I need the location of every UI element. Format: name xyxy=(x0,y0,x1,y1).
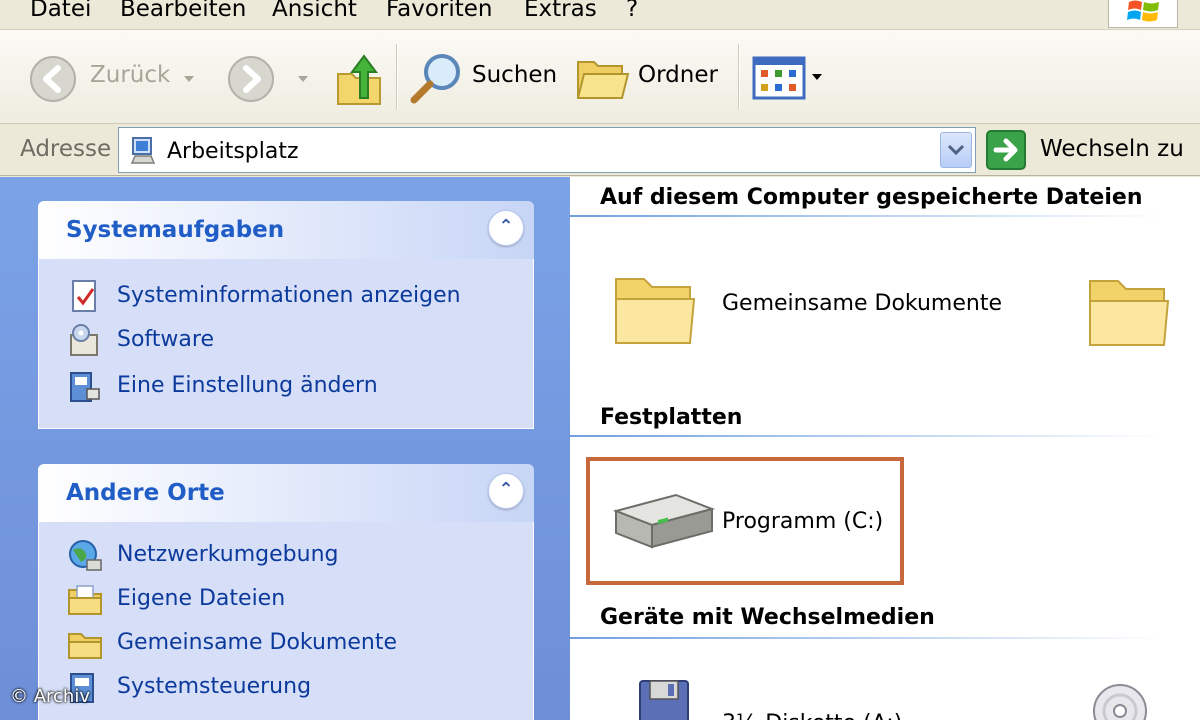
menu-view[interactable]: Ansicht xyxy=(272,0,357,22)
shared-documents-item[interactable]: Gemeinsame Dokumente xyxy=(610,265,1010,355)
place-network[interactable]: Netzwerkumgebung xyxy=(67,538,517,578)
section-divider xyxy=(570,215,1165,217)
system-tasks-title: Systemaufgaben xyxy=(66,217,285,243)
place-label: Systemsteuerung xyxy=(117,674,312,699)
views-button[interactable] xyxy=(752,54,832,104)
place-my-documents[interactable]: Eigene Dateien xyxy=(67,582,517,622)
windows-flag-icon xyxy=(1127,0,1159,22)
toolbar: Zurück Suchen Ordner xyxy=(0,30,1200,124)
cd-drive-icon[interactable] xyxy=(1090,681,1150,720)
address-input[interactable]: Arbeitsplatz xyxy=(118,127,976,173)
folders-icon xyxy=(576,61,630,99)
go-arrow-icon[interactable] xyxy=(986,130,1026,170)
task-software[interactable]: Software xyxy=(67,323,517,363)
go-button-label[interactable]: Wechseln zu xyxy=(1040,136,1184,162)
system-tasks-body: Systeminformationen anzeigen Software Ei… xyxy=(38,259,534,429)
forward-button[interactable] xyxy=(222,44,318,110)
toolbar-separator xyxy=(738,44,740,110)
back-label: Zurück xyxy=(90,62,171,88)
floppy-disk-icon xyxy=(639,680,689,720)
my-documents-folder-icon xyxy=(68,585,102,615)
menu-extras[interactable]: Extras xyxy=(524,0,597,22)
menu-bar: Datei Bearbeiten Ansicht Favoriten Extra… xyxy=(0,0,1200,30)
section-heading-stored-files: Auf diesem Computer gespeicherte Dateien xyxy=(600,185,1143,210)
task-system-info[interactable]: Systeminformationen anzeigen xyxy=(67,279,517,319)
section-heading-hard-drives: Festplatten xyxy=(600,405,743,430)
search-label: Suchen xyxy=(472,62,558,88)
address-bar: Adresse Arbeitsplatz Wechseln zu xyxy=(0,124,1200,176)
forward-arrow-icon xyxy=(228,56,274,102)
task-pane: Systemaufgaben ⌃ Systeminformationen anz… xyxy=(0,177,570,720)
my-computer-icon xyxy=(130,137,156,164)
item-label: Gemeinsame Dokumente xyxy=(722,291,1002,316)
section-divider xyxy=(570,435,1165,437)
chevron-down-icon xyxy=(947,144,965,156)
search-magnifier-icon xyxy=(410,54,460,104)
content-pane: Auf diesem Computer gespeicherte Dateien… xyxy=(570,177,1200,720)
collapse-chevron-icon[interactable]: ⌃ xyxy=(488,210,524,246)
folder-up-icon[interactable] xyxy=(334,52,386,108)
menu-file[interactable]: Datei xyxy=(30,0,91,22)
folders-label: Ordner xyxy=(638,62,718,88)
network-globe-icon xyxy=(69,540,102,571)
place-label: Eigene Dateien xyxy=(117,586,286,611)
forward-dropdown-icon[interactable] xyxy=(298,76,308,82)
address-label: Adresse xyxy=(20,136,112,162)
system-tasks-panel: Systemaufgaben ⌃ Systeminformationen anz… xyxy=(38,201,534,429)
menu-help[interactable]: ? xyxy=(626,0,638,22)
place-shared-documents[interactable]: Gemeinsame Dokumente xyxy=(67,626,517,666)
search-button[interactable]: Suchen xyxy=(408,44,558,110)
item-label: Programm (C:) xyxy=(722,509,884,534)
folder-icon xyxy=(615,278,696,344)
place-label: Netzwerkumgebung xyxy=(117,542,339,567)
place-control-panel[interactable]: Systemsteuerung xyxy=(67,670,517,710)
folders-button[interactable]: Ordner xyxy=(576,44,726,110)
copyright-watermark: © Archiv xyxy=(10,686,90,707)
section-heading-removable: Geräte mit Wechselmedien xyxy=(600,605,935,630)
hard-drive-icon xyxy=(612,493,716,549)
other-places-header[interactable]: Andere Orte ⌃ xyxy=(38,464,534,522)
task-label: Systeminformationen anzeigen xyxy=(117,283,461,308)
address-dropdown-button[interactable] xyxy=(940,132,972,168)
control-panel-icon xyxy=(70,372,100,402)
back-button[interactable]: Zurück xyxy=(24,44,204,110)
menu-edit[interactable]: Bearbeiten xyxy=(120,0,246,22)
collapse-chevron-icon[interactable]: ⌃ xyxy=(488,473,524,509)
system-tasks-header[interactable]: Systemaufgaben ⌃ xyxy=(38,201,534,259)
other-places-body: Netzwerkumgebung Eigene Dateien Gemeinsa… xyxy=(38,522,534,720)
windows-logo xyxy=(1108,0,1178,28)
toolbar-separator xyxy=(396,44,398,110)
section-divider xyxy=(570,637,1165,639)
folder-icon[interactable] xyxy=(1084,267,1174,351)
task-change-setting[interactable]: Eine Einstellung ändern xyxy=(67,369,517,409)
drive-c-item[interactable]: Programm (C:) xyxy=(606,485,896,561)
other-places-panel: Andere Orte ⌃ Netzwerkumgebung Eigene Da… xyxy=(38,464,534,720)
menu-favorites[interactable]: Favoriten xyxy=(386,0,493,22)
system-info-icon xyxy=(72,280,96,312)
place-label: Gemeinsame Dokumente xyxy=(117,630,397,655)
software-cd-icon xyxy=(70,324,98,356)
task-label: Software xyxy=(117,327,214,352)
floppy-drive-item[interactable]: 3½-Diskette (A:) xyxy=(634,677,1034,720)
back-dropdown-icon[interactable] xyxy=(184,76,194,82)
views-grid-icon xyxy=(752,56,806,100)
address-value: Arbeitsplatz xyxy=(167,139,299,164)
folder-icon xyxy=(68,633,102,659)
views-dropdown-icon[interactable] xyxy=(812,74,822,80)
back-arrow-icon xyxy=(30,56,76,102)
item-label: 3½-Diskette (A:) xyxy=(722,711,902,720)
other-places-title: Andere Orte xyxy=(66,480,225,506)
task-label: Eine Einstellung ändern xyxy=(117,373,378,398)
